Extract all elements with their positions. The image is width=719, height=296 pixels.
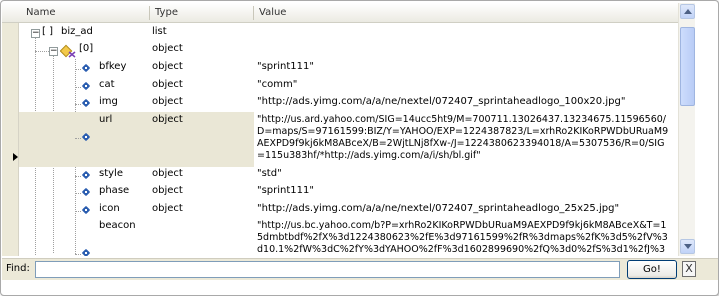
row-value: "sprint111" [257,61,314,72]
collapse-icon[interactable]: − [49,47,58,56]
row-name: url [99,114,113,125]
header-value[interactable]: Value [255,3,286,23]
scroll-thumb[interactable] [680,27,695,106]
row-name: beacon [99,220,136,231]
property-diamond-icon [83,206,90,215]
scroll-up-icon[interactable] [680,4,695,19]
tree-row[interactable]: icon object "http://ads.yimg.com/a/a/ne/… [19,203,678,219]
row-name: icon [99,203,120,214]
row-value: "std" [257,168,282,179]
tree-line [35,51,49,52]
close-find-icon[interactable]: X [682,261,696,277]
row-type: object [152,79,183,90]
row-value: "http://ads.yimg.com/a/a/ne/nextel/07240… [257,203,620,214]
tree-row-selected[interactable]: url object "http://us.ard.yahoo.com/SIG=… [19,112,678,167]
tree-line [75,211,81,212]
row-type: object [152,96,183,107]
tree-row[interactable]: − [0] object [19,43,678,59]
row-name: cat [99,79,115,90]
tree-line [75,104,81,105]
row-value: "http://us.ard.yahoo.com/SIG=14ucc5ht9/M… [257,114,669,161]
row-value: "sprint111" [257,185,314,196]
scroll-down-icon[interactable] [680,239,695,254]
row-indicator-column [2,23,19,256]
tree-line [75,193,81,194]
tree-row[interactable]: phase object "sprint111" [19,185,678,201]
tree-row[interactable]: img object "http://ads.yimg.com/a/a/ne/n… [19,96,678,112]
row-type: object [152,61,183,72]
property-diamond-icon [83,82,90,91]
row-value: "comm" [257,79,298,90]
header-divider[interactable] [149,6,150,20]
property-diamond-icon [83,249,90,256]
row-type: object [152,114,183,125]
tree-row[interactable]: bfkey object "sprint111" [19,61,678,77]
header-name[interactable]: Name [22,3,56,23]
tree-line [75,138,81,139]
object-icon [60,44,76,58]
row-name: biz_ad [61,26,93,37]
row-type: object [152,185,183,196]
tree-line [75,87,81,88]
row-name: style [99,168,123,179]
find-bar: Find: Go! X [2,258,718,280]
row-value: "http://ads.yimg.com/a/a/ne/nextel/07240… [257,96,626,107]
tree-row[interactable]: beacon "http://us.bc.yahoo.com/b?P=xrhRo… [19,220,678,256]
find-input[interactable] [35,261,620,278]
tree-line [75,176,81,177]
property-diamond-icon [83,171,90,180]
row-type: object [152,203,183,214]
watch-window: Name Type Value − [ ] biz_ad list − [0] [0,0,719,296]
row-value: "http://us.bc.yahoo.com/b?P=xrhRo2KIKoRP… [257,220,668,255]
property-diamond-icon [83,64,90,73]
row-type: list [152,26,167,37]
row-type: object [152,168,183,179]
property-diamond-icon [83,99,90,108]
column-header-bar: Name Type Value [2,3,678,23]
collapse-icon[interactable]: − [31,29,40,38]
property-diamond-icon [83,188,90,197]
tree-line [75,254,81,255]
header-type[interactable]: Type [151,3,178,23]
tree-row[interactable]: style object "std" [19,168,678,184]
vertical-scrollbar[interactable] [678,3,695,256]
property-diamond-icon [83,133,90,142]
row-name: phase [99,185,130,196]
tree-line [75,69,81,70]
row-name: img [99,96,118,107]
row-name: [0] [79,43,94,54]
header-divider[interactable] [253,6,254,20]
tree-row[interactable]: cat object "comm" [19,79,678,95]
tree-row[interactable]: − [ ] biz_ad list [19,26,678,42]
row-prefix: [ ] [42,26,53,37]
current-row-arrow-icon [13,153,18,161]
row-name: bfkey [99,61,127,72]
watch-tree: − [ ] biz_ad list − [0] object bfkey obj… [19,23,678,256]
row-type: object [152,43,183,54]
go-button[interactable]: Go! [627,260,677,279]
find-label: Find: [6,263,30,274]
